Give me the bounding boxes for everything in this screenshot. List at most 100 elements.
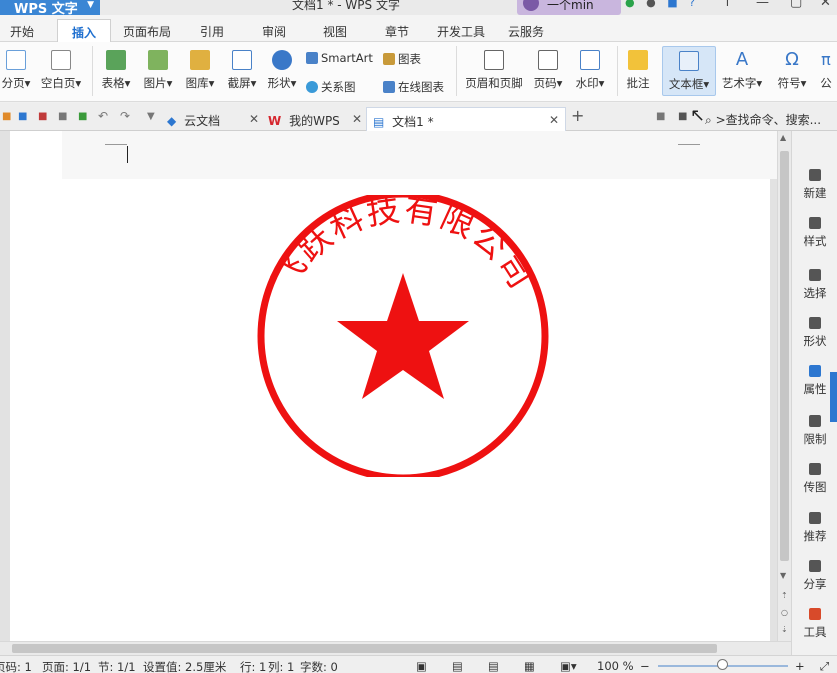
wordart-button[interactable]: A 艺术字▾ <box>718 50 766 91</box>
view-reading-icon[interactable]: ▣▾ <box>560 659 577 673</box>
gallery-icon <box>190 50 210 70</box>
tab-references[interactable]: 引用 <box>200 23 224 40</box>
search-input[interactable]: >查找命令、搜索... <box>716 113 822 127</box>
app-menu-button[interactable]: WPS 文字 ▼ <box>0 0 100 17</box>
zoom-level[interactable]: 100 % <box>597 659 634 673</box>
undo-icon[interactable]: ↶ <box>98 109 108 123</box>
page-break-button[interactable]: 分页▾ <box>0 50 32 91</box>
print-icon[interactable]: ■ <box>58 111 67 122</box>
sidebar-item-shape[interactable]: 形状 <box>792 317 837 349</box>
close-icon[interactable]: ✕ <box>549 113 559 127</box>
open-icon[interactable]: ■ <box>2 111 11 122</box>
page-header-area <box>62 131 782 179</box>
sidebar-item-share[interactable]: 分享 <box>792 560 837 592</box>
view-page-icon[interactable]: ▤ <box>452 659 463 673</box>
vertical-scrollbar[interactable]: ▲ ▼ ⇡ ○ ⇣ <box>777 131 791 641</box>
symbol-button[interactable]: Ω 符号▾ <box>772 50 812 91</box>
share-icon <box>809 560 821 572</box>
next-page-icon[interactable]: ⇣ <box>781 625 788 634</box>
scroll-down-icon[interactable]: ▼ <box>780 571 786 580</box>
pdf-icon[interactable]: ■ <box>38 111 47 122</box>
comment-button[interactable]: 批注 <box>622 50 654 91</box>
title-tools: ● ● ■ ? <box>625 0 703 9</box>
tab-insert[interactable]: 插入 <box>57 19 112 42</box>
online-chart-button[interactable]: 在线图表 <box>383 79 444 95</box>
zoom-in-icon[interactable]: + <box>795 659 805 673</box>
picture-button[interactable]: 图片▾ <box>140 50 176 91</box>
fit-window-icon[interactable]: ⤢ <box>820 659 829 673</box>
gallery-button[interactable]: 图库▾ <box>182 50 218 91</box>
page-number-button[interactable]: 页码▾ <box>530 50 566 91</box>
redo-icon[interactable]: ↷ <box>120 109 130 123</box>
command-search[interactable]: ⌕ >查找命令、搜索... <box>705 111 821 128</box>
close-icon[interactable]: ✕ <box>820 0 831 10</box>
sidebar-item-styles[interactable]: 样式 <box>792 217 837 249</box>
tab-developer[interactable]: 开发工具 <box>437 23 485 40</box>
save-icon[interactable]: ■ <box>18 111 27 122</box>
view-outline-icon[interactable]: ▤ <box>488 659 499 673</box>
tab-cloud[interactable]: 云服务 <box>508 23 544 40</box>
browse-icon[interactable]: ○ <box>781 608 788 617</box>
layout-icon[interactable]: ■ <box>678 111 687 122</box>
prev-page-icon[interactable]: ⇡ <box>781 591 788 600</box>
scroll-thumb[interactable] <box>780 151 789 561</box>
header-footer-button[interactable]: 页眉和页脚 <box>462 50 526 91</box>
screenshot-button[interactable]: 截屏▾ <box>224 50 260 91</box>
table-button[interactable]: 表格▾ <box>98 50 134 91</box>
tab-document1[interactable]: ▤ 文档1 * ✕ <box>366 107 566 131</box>
wps-window: WPS 文字 ▼ 文档1 * - WPS 文字 一个min ● ● ■ ? ↑ … <box>0 0 837 673</box>
print-preview-icon[interactable]: ■ <box>78 111 87 122</box>
zoom-out-icon[interactable]: − <box>640 659 650 673</box>
minimize-icon[interactable]: — <box>756 0 769 10</box>
restrict-icon <box>809 415 821 427</box>
tab-cloud-docs[interactable]: ◆ 云文档 ✕ <box>167 107 259 131</box>
style-icon <box>809 217 821 229</box>
help-icon[interactable]: ? <box>689 0 695 9</box>
user-account[interactable]: 一个min <box>517 0 621 15</box>
tab-view[interactable]: 视图 <box>323 23 347 40</box>
maximize-icon[interactable]: ▢ <box>790 0 802 10</box>
smartart-button[interactable]: SmartArt <box>306 51 373 65</box>
sidebar-collapse-handle[interactable] <box>830 372 837 422</box>
status-setting[interactable]: 设置值: 2.5厘米 <box>143 659 226 673</box>
margin-mark <box>678 144 700 145</box>
relation-chart-button[interactable]: 关系图 <box>306 79 356 95</box>
tab-label: 我的WPS <box>289 114 340 128</box>
ribbon-insert: 分页▾ 空白页▾ 表格▾ 图片▾ 图库▾ 截屏▾ 形状▾ SmartArt 图表… <box>0 42 837 102</box>
zoom-slider-knob[interactable] <box>717 659 728 670</box>
sidebar-item-new[interactable]: 新建 <box>792 169 837 201</box>
sync-icon[interactable]: ● <box>625 0 635 9</box>
close-icon[interactable]: ✕ <box>249 112 259 126</box>
upload-icon[interactable]: ↑ <box>722 0 733 10</box>
tab-review[interactable]: 审阅 <box>262 23 286 40</box>
new-tab-icon[interactable]: + <box>571 106 584 125</box>
scroll-up-icon[interactable]: ▲ <box>780 133 786 142</box>
shape-button[interactable]: 形状▾ <box>264 50 300 91</box>
scroll-thumb[interactable] <box>12 644 717 653</box>
pin-icon[interactable]: ■ <box>656 111 665 122</box>
watermark-button[interactable]: 水印▾ <box>572 50 608 91</box>
skin-icon[interactable]: ● <box>646 0 656 9</box>
horizontal-scrollbar[interactable] <box>0 641 791 655</box>
status-words[interactable]: 字数: 0 <box>300 659 338 673</box>
view-fullscreen-icon[interactable]: ▣ <box>416 659 427 673</box>
tab-page-layout[interactable]: 页面布局 <box>123 23 171 40</box>
chart-button[interactable]: 图表 <box>383 51 421 67</box>
tab-my-wps[interactable]: W 我的WPS ✕ <box>268 107 362 131</box>
feedback-icon[interactable]: ■ <box>667 0 677 9</box>
close-icon[interactable]: ✕ <box>352 112 362 126</box>
sidebar-label: 形状 <box>803 334 827 348</box>
view-web-icon[interactable]: ▦ <box>524 659 535 673</box>
formula-button[interactable]: π 公 <box>816 50 836 91</box>
sidebar-item-upload-image[interactable]: 传图 <box>792 463 837 495</box>
blank-page-button[interactable]: 空白页▾ <box>38 50 84 91</box>
ribbon-divider <box>92 46 93 96</box>
company-seal[interactable]: 飞跃科技有限公司 <box>255 195 551 477</box>
tab-home[interactable]: 开始 <box>10 23 34 40</box>
sidebar-item-select[interactable]: 选择 <box>792 269 837 301</box>
textbox-button[interactable]: 文本框▾ <box>662 46 716 96</box>
tab-chapter[interactable]: 章节 <box>385 23 409 40</box>
sidebar-item-tools[interactable]: 工具 <box>792 608 837 640</box>
chevron-down-icon[interactable]: ▼ <box>147 111 155 122</box>
sidebar-item-recommend[interactable]: 推荐 <box>792 512 837 544</box>
